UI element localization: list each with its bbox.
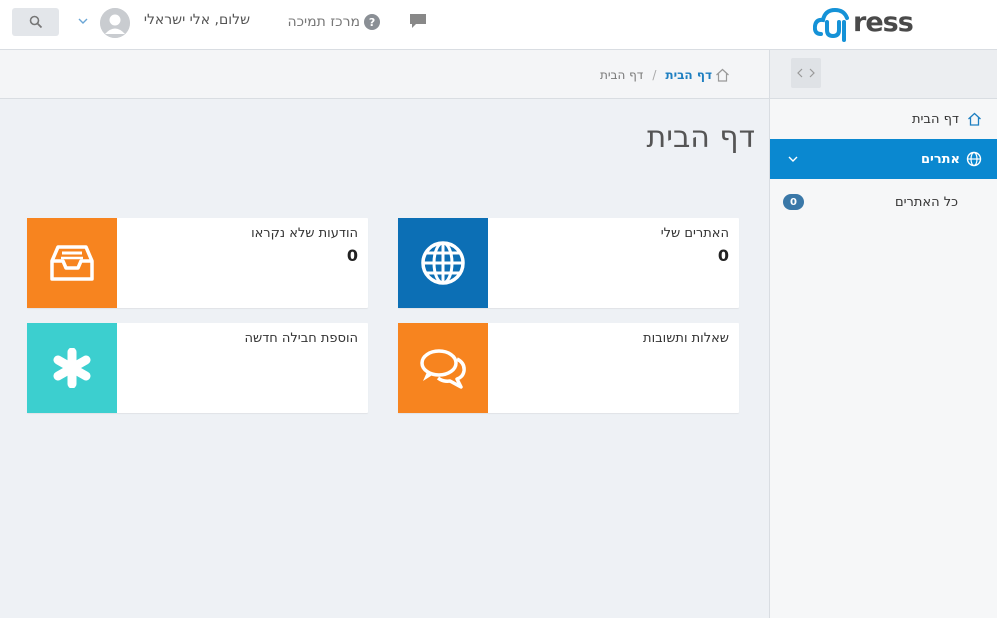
chevrons-icon: [797, 68, 815, 78]
card-label: הודעות שלא נקראו: [251, 226, 358, 241]
card-count: 0: [717, 246, 729, 265]
sidebar-item-label: כל האתרים: [895, 194, 958, 210]
sidebar-item-sites[interactable]: אתרים: [770, 139, 997, 179]
chat-bubble-icon[interactable]: [409, 13, 427, 29]
breadcrumb-home-link[interactable]: דף הבית: [665, 68, 712, 82]
unread-messages-card[interactable]: הודעות שלא נקראו 0: [27, 218, 368, 308]
chevron-down-icon: [788, 156, 798, 162]
top-header: שלום, אלי ישראלי ? מרכז תמיכה ress: [0, 0, 997, 50]
chat-bubbles-icon: [420, 349, 466, 389]
sidebar-item-label: דף הבית: [911, 111, 959, 127]
sidebar-item-label: אתרים: [920, 151, 960, 167]
card-tile: [398, 218, 488, 308]
home-icon: [716, 68, 729, 82]
support-center-link[interactable]: ? מרכז תמיכה: [280, 12, 380, 32]
inbox-icon: [50, 245, 94, 281]
home-icon: [968, 112, 981, 126]
search-icon: [29, 15, 42, 29]
card-label: הוספת חבילה חדשה: [244, 331, 359, 346]
card-tile: [27, 218, 117, 308]
card-count: 0: [346, 246, 358, 265]
asterisk-icon: [53, 348, 91, 388]
support-label: מרכז תמיכה: [287, 14, 360, 30]
card-tile: [27, 323, 117, 413]
globe-icon: [966, 151, 982, 167]
upress-logo[interactable]: ress: [812, 4, 937, 44]
sidebar-item-all-sites[interactable]: כל האתרים 0: [770, 191, 997, 213]
breadcrumb-current: דף הבית: [599, 68, 644, 82]
sidebar-header: [770, 50, 997, 99]
card-tile: [398, 323, 488, 413]
sidebar-toggle-button[interactable]: [791, 58, 821, 88]
avatar[interactable]: [100, 8, 130, 38]
add-package-card[interactable]: הוספת חבילה חדשה: [27, 323, 368, 413]
faq-card[interactable]: שאלות ותשובות: [398, 323, 739, 413]
sidebar: דף הבית אתרים כל האתרים 0: [769, 50, 997, 618]
breadcrumb: דף הבית / דף הבית: [580, 65, 730, 85]
question-circle-icon: ?: [364, 14, 380, 30]
breadcrumb-bar: דף הבית / דף הבית: [0, 50, 770, 99]
card-label: שאלות ותשובות: [643, 331, 729, 346]
user-greeting[interactable]: שלום, אלי ישראלי: [138, 12, 250, 32]
sidebar-item-home[interactable]: דף הבית: [770, 106, 997, 132]
page-title: דף הבית: [646, 120, 755, 155]
logo-wordmark: ress: [853, 7, 914, 38]
breadcrumb-separator: /: [652, 68, 657, 82]
globe-icon: [421, 241, 465, 285]
my-sites-card[interactable]: האתרים שלי 0: [398, 218, 739, 308]
chevron-down-icon[interactable]: [78, 16, 88, 26]
search-button[interactable]: [12, 8, 59, 36]
card-label: האתרים שלי: [660, 226, 729, 241]
count-badge: 0: [783, 194, 804, 210]
